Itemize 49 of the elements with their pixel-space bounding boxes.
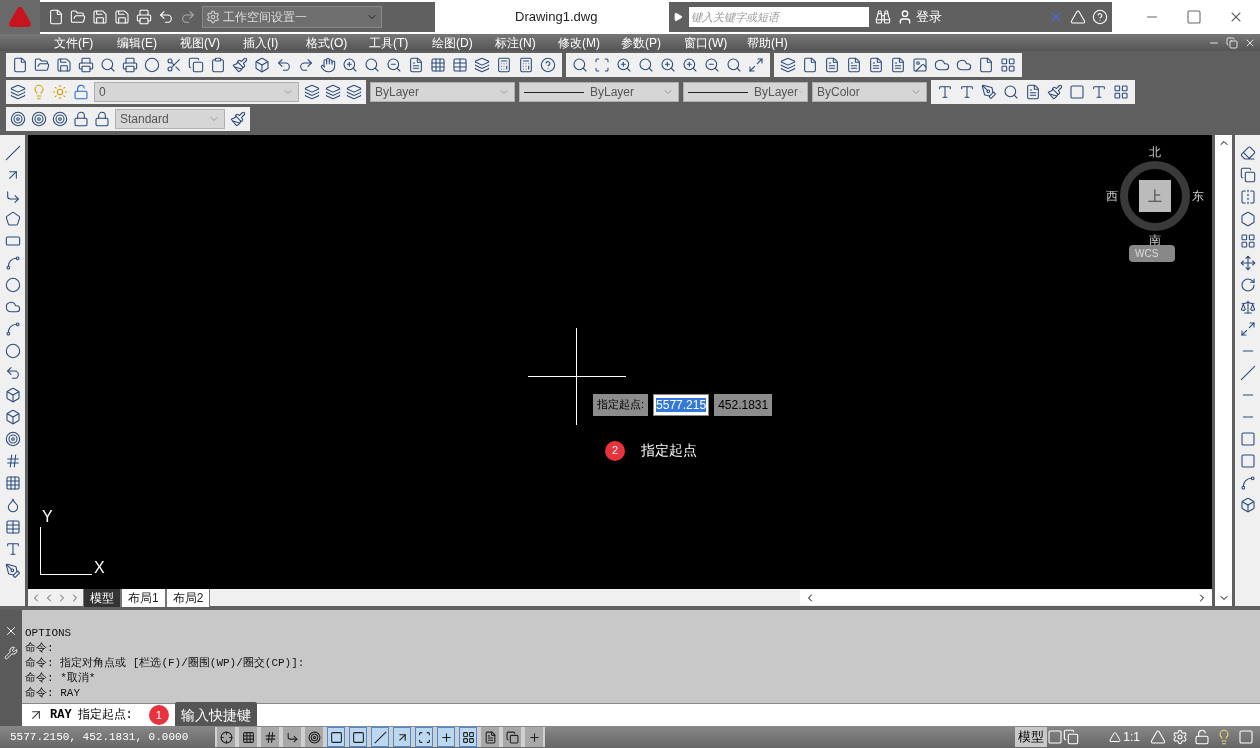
callout-text: 指定起点 (641, 441, 697, 460)
plot-style-dropdown[interactable]: ByColor (812, 82, 927, 102)
layer-dropdown[interactable]: 0 (94, 82, 299, 102)
workspace-dropdown[interactable]: 工作空间设置一 (202, 6, 382, 28)
layout-tab[interactable]: 布局1 (121, 588, 166, 607)
menu-item[interactable]: 编辑(E) (117, 33, 180, 52)
menu-item[interactable]: 修改(M) (558, 33, 621, 52)
coordinates-readout: 5577.2150, 452.1831, 0.0000 (9, 729, 190, 745)
menu-item[interactable]: 插入(I) (243, 33, 306, 52)
menu-item[interactable]: 视图(V) (180, 33, 243, 52)
menu-item[interactable]: 格式(O) (306, 33, 369, 52)
x-value-field[interactable]: 5577.215 (653, 394, 710, 416)
menu-item[interactable]: 绘图(D) (432, 33, 495, 52)
compass-north[interactable]: 北 (1149, 143, 1161, 161)
y-value-field[interactable]: 452.1831 (714, 394, 773, 416)
menu-item[interactable]: 标注(N) (495, 33, 558, 52)
callout-tooltip: 输入快捷键 (174, 701, 257, 729)
login-button[interactable]: 登录 (897, 7, 942, 27)
command-input[interactable]: RAY 指定起点: 1 输入快捷键 (22, 703, 1260, 726)
multileader-style-dropdown[interactable]: Standard (115, 109, 225, 129)
search-field[interactable]: 键入关键字或短语 (689, 7, 869, 27)
history-line: 命令: *取消* (25, 671, 97, 686)
x-axis-label: X (94, 558, 105, 578)
command-prompt: 指定起点: (77, 707, 133, 724)
model-button[interactable]: 模型 (1015, 727, 1048, 747)
menu-item[interactable]: 文件(F) (54, 33, 117, 52)
menu-item[interactable]: 帮助(H) (747, 33, 810, 52)
step-badge: 2 (605, 440, 625, 461)
linetype-dropdown[interactable]: ByLayer (519, 82, 679, 102)
compass-east[interactable]: 东 (1192, 187, 1204, 205)
menu-item[interactable]: 参数(P) (621, 33, 684, 52)
viewcube-ring[interactable]: 上 (1120, 161, 1190, 231)
menu-item[interactable]: 工具(T) (369, 33, 432, 52)
history-line: OPTIONS (25, 626, 73, 641)
drawing-canvas[interactable]: 指定起点: 5577.215 452.1831 2 指定起点 北 西 上 东 南 WCS Y X (28, 135, 1212, 589)
history-line: 命令: RAY (25, 686, 81, 701)
color-dropdown[interactable]: ByLayer (370, 82, 515, 102)
window-title: Drawing1.dwg (515, 8, 599, 27)
history-line: 命令: (25, 641, 55, 656)
compass-west[interactable]: 西 (1106, 187, 1118, 205)
command-name: RAY (50, 707, 72, 724)
prompt-label: 指定起点: (593, 394, 649, 416)
menu-item[interactable]: 窗口(W) (684, 33, 747, 52)
annotation-scale[interactable]: 1:1 (1109, 728, 1140, 746)
y-axis-label: Y (42, 507, 53, 527)
history-line: 命令: 指定对角点或 [栏选(F)/圈围(WP)/圈交(CP)]: (25, 656, 306, 671)
step-badge: 1 (148, 705, 169, 725)
viewcube-face[interactable]: 上 (1139, 180, 1171, 212)
lineweight-dropdown[interactable]: ByLayer (683, 82, 808, 102)
